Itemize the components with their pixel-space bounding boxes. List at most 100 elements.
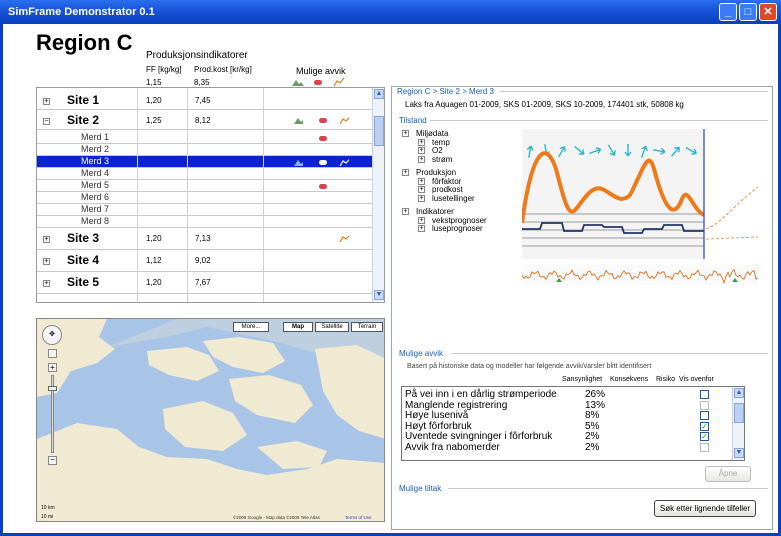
chart-icon[interactable] (339, 116, 349, 124)
pill-icon-shape (319, 136, 327, 141)
forecast-curve (705, 186, 759, 230)
tree-expand-icon[interactable]: + (402, 130, 409, 137)
prodkost-value: 7,67 (195, 278, 211, 287)
row-label: Site 4 (67, 253, 100, 267)
chart-icon (333, 77, 345, 87)
maximize-icon[interactable]: □ (739, 3, 757, 21)
expand-toggle-icon[interactable]: + (43, 98, 50, 105)
search-similar-button[interactable]: Søk etter lignende tilfeller (654, 500, 756, 517)
grid-band (522, 245, 704, 247)
show-above-checkbox[interactable] (700, 390, 709, 399)
tree-item[interactable]: strøm (432, 155, 452, 164)
show-above-checkbox[interactable]: ✓ (700, 432, 709, 441)
tree-expand-icon[interactable]: + (418, 177, 425, 185)
map-type-map-button[interactable]: Map (283, 322, 313, 332)
scroll-up-icon[interactable]: ▲ (734, 388, 744, 398)
cage-row[interactable]: Merd 7 (37, 204, 373, 216)
tree-item[interactable]: luseprognoser (432, 224, 483, 233)
site-row[interactable]: + Site 5 1,20 7,67 (37, 274, 373, 294)
expand-toggle-icon[interactable]: + (43, 258, 50, 265)
avvik-row[interactable]: Uventede svingninger i fôrforbruk 2% ✓ (405, 431, 740, 442)
map-type-terrain-button[interactable]: Terrain (351, 322, 383, 332)
tree-expand-icon[interactable]: + (402, 169, 409, 176)
tree-expand-icon[interactable]: + (418, 216, 425, 224)
pill-icon[interactable] (317, 116, 327, 124)
expand-toggle-icon[interactable]: + (43, 280, 50, 287)
tree-expand-icon[interactable]: + (418, 155, 425, 163)
expand-toggle-icon[interactable]: − (43, 118, 50, 125)
cage-row[interactable]: Merd 4 (37, 168, 373, 180)
show-above-checkbox[interactable] (700, 400, 709, 410)
pill-icon (314, 80, 322, 85)
row-label: Site 2 (67, 113, 100, 127)
avvik-row[interactable]: Høye lusenivå 8% (405, 410, 740, 421)
scroll-down-icon[interactable]: ▼ (374, 290, 384, 300)
map-pan-control[interactable]: ✥ (42, 325, 62, 345)
site-row[interactable]: + Site 4 1,12 9,02 (37, 252, 373, 272)
avvik-scrollbar[interactable]: ▲ ▼ (732, 387, 744, 460)
tree-item[interactable]: lusetellinger (432, 194, 475, 203)
close-icon[interactable]: ✕ (759, 3, 777, 21)
map-zoom-handle[interactable] (48, 386, 57, 391)
show-above-checkbox[interactable] (700, 442, 709, 452)
avvik-row[interactable]: Høyt fôrforbruk 5% ✓ (405, 421, 740, 432)
ff-value: 1,20 (146, 278, 162, 287)
map-type-satellite-button[interactable]: Satellite (315, 322, 349, 332)
minimize-icon[interactable]: _ (719, 3, 737, 21)
land-area (163, 401, 247, 451)
grid-band (522, 229, 704, 231)
map-more-button[interactable]: More... (233, 322, 269, 332)
site-table-scrollbar[interactable]: ▲ ▼ (372, 88, 384, 302)
scroll-thumb[interactable] (374, 116, 384, 146)
site-row[interactable]: − Site 2 1,25 8,12 (37, 112, 373, 130)
show-above-checkbox[interactable] (700, 411, 709, 420)
map-view[interactable]: More... Map Satellite Terrain ✥ + − 10 k… (36, 318, 385, 522)
expand-toggle-icon[interactable]: + (43, 236, 50, 243)
site-row[interactable]: + Site 3 1,20 7,13 (37, 230, 373, 250)
row-label: Site 3 (67, 231, 100, 245)
tree-expand-icon[interactable]: + (418, 186, 425, 193)
chart-icon[interactable] (339, 234, 349, 242)
open-button[interactable]: Åpne (705, 466, 751, 482)
breadcrumb[interactable]: Region C > Site 2 > Merd 3 (397, 87, 494, 96)
tree-expand-icon[interactable]: + (402, 208, 409, 215)
chart-icon-shape (339, 235, 349, 242)
tree-expand-icon[interactable]: + (418, 147, 425, 154)
hills-icon[interactable] (293, 116, 303, 124)
chart-icon[interactable] (339, 158, 349, 166)
cage-row[interactable]: Merd 3 (37, 156, 373, 168)
scroll-up-icon[interactable]: ▲ (374, 89, 384, 99)
map-zoom-out-icon[interactable]: − (48, 456, 57, 465)
avvik-row[interactable]: Manglende registrering 13% (405, 400, 740, 411)
avvik-row[interactable]: Avvik fra nabomerder 2% (405, 442, 740, 453)
avvik-row[interactable]: På vei inn i en dårlig strømperiode 26% (405, 389, 740, 400)
map-terms-link[interactable]: Terms of Use (345, 515, 372, 520)
land-area (147, 347, 219, 381)
cage-row[interactable]: Merd 8 (37, 216, 373, 228)
avvik-probability: 13% (585, 399, 606, 411)
cage-row[interactable]: Merd 1 (37, 132, 373, 144)
cage-row[interactable]: Merd 2 (37, 144, 373, 156)
show-above-checkbox[interactable]: ✓ (700, 421, 709, 431)
tree-expand-icon[interactable]: + (418, 194, 425, 202)
window-title: SimFrame Demonstrator 0.1 (8, 6, 155, 18)
tree-expand-icon[interactable]: + (418, 138, 425, 146)
pill-icon[interactable] (317, 182, 327, 190)
cage-row[interactable]: Merd 5 (37, 180, 373, 192)
forecast-curve (705, 236, 759, 240)
pill-icon[interactable] (317, 158, 327, 166)
pill-icon[interactable] (317, 134, 327, 142)
scroll-down-icon[interactable]: ▼ (734, 448, 744, 458)
site-row[interactable]: + Site 1 1,20 7,45 (37, 92, 373, 110)
col-prod-header: Prod.kost [kr/kg] (194, 65, 252, 74)
row-label: Site 5 (67, 275, 100, 289)
cage-row[interactable]: Merd 6 (37, 192, 373, 204)
map-home-icon[interactable] (48, 349, 57, 358)
avvik-header: Mulige avvik (296, 66, 346, 76)
hills-icon[interactable] (293, 158, 303, 166)
row-label: Merd 1 (81, 132, 110, 142)
tree-expand-icon[interactable]: + (418, 225, 425, 232)
prodkost-value: 7,13 (195, 234, 211, 243)
scroll-thumb[interactable] (734, 403, 744, 423)
map-zoom-in-icon[interactable]: + (48, 363, 57, 372)
